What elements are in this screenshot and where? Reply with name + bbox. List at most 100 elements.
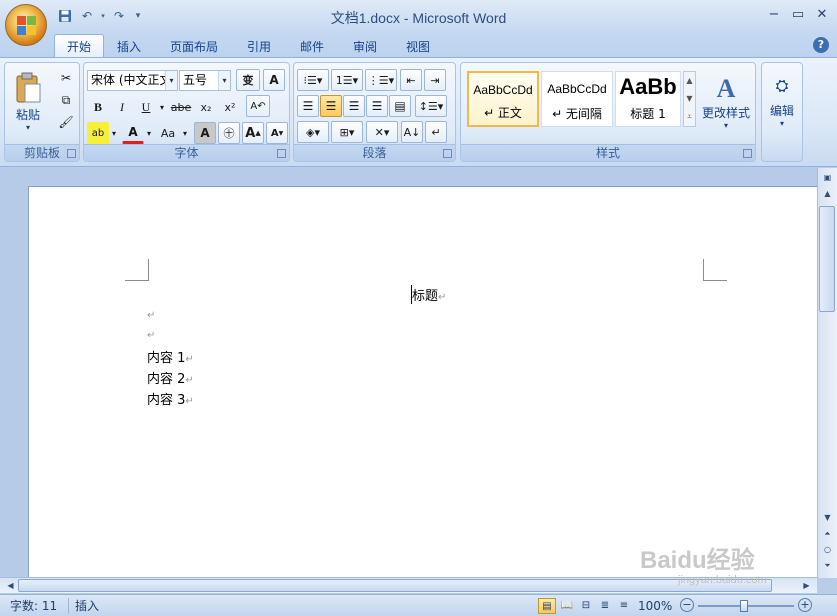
style-heading-1[interactable]: AaBb 标题 1 [615, 71, 681, 127]
document-page[interactable]: 标题↵ ↵ ↵ 内容 1↵ 内容 2↵ 内容 3↵ [28, 186, 817, 578]
zoom-level[interactable]: 100% [638, 598, 672, 614]
insert-mode[interactable]: 插入 [75, 598, 99, 614]
tab-insert[interactable]: 插入 [105, 34, 153, 58]
zoom-in-icon[interactable]: + [798, 598, 812, 612]
print-layout-icon[interactable]: ▤ [538, 598, 556, 614]
chevron-down-icon[interactable]: ▾ [165, 71, 177, 90]
asian-layout-icon[interactable]: ✕▾ [366, 121, 398, 143]
italic-button[interactable]: I [111, 96, 133, 118]
vertical-scroll-thumb[interactable] [819, 206, 835, 312]
scroll-right-icon[interactable]: ▶ [798, 578, 815, 594]
shrink-font-button[interactable]: A ▼ [266, 122, 288, 144]
outline-icon[interactable]: ≣ [596, 598, 614, 614]
underline-dropdown-icon[interactable]: ▾ [157, 96, 167, 118]
vertical-scrollbar[interactable]: ▣ ▲ ▼ ⏶ ○ ⏷ [817, 168, 837, 578]
change-case-dropdown-icon[interactable]: ▾ [180, 122, 190, 144]
align-right-icon[interactable]: ☰ [343, 95, 365, 117]
scroll-up-icon[interactable]: ▲ [819, 186, 836, 202]
borders-icon[interactable]: ⊞▾ [331, 121, 363, 143]
cut-icon[interactable]: ✂ [55, 67, 77, 89]
document-line[interactable]: 内容 2↵ [147, 368, 194, 387]
tab-view[interactable]: 视图 [394, 34, 442, 58]
font-color-icon[interactable]: A [122, 122, 144, 144]
web-layout-icon[interactable]: ⊟ [577, 598, 595, 614]
highlight-icon[interactable]: ab [87, 122, 109, 144]
customize-qat-icon[interactable]: ▾ [131, 7, 145, 25]
document-line[interactable]: ↵ [147, 327, 155, 342]
editing-button[interactable]: ⛭ 编辑 ▾ [764, 67, 800, 137]
sort-icon[interactable]: A↓ [401, 121, 423, 143]
change-case-button[interactable]: Aa [156, 122, 180, 144]
enclose-chars-icon[interactable]: ㊉ [218, 122, 240, 144]
next-page-icon[interactable]: ⏷ [819, 558, 836, 574]
scroll-down-icon[interactable]: ▼ [819, 510, 836, 526]
style-no-spacing[interactable]: AaBbCcDd ↵ 无间隔 [541, 71, 613, 127]
font-color-dropdown-icon[interactable]: ▾ [144, 122, 154, 144]
document-line[interactable]: 内容 3↵ [147, 389, 194, 408]
align-left-icon[interactable]: ☰ [297, 95, 319, 117]
clipboard-launcher-icon[interactable] [67, 149, 76, 158]
word-count[interactable]: 字数: 11 [10, 598, 57, 614]
chevron-down-icon[interactable]: ▾ [218, 71, 230, 90]
grow-font-button[interactable]: A ▲ [242, 122, 264, 144]
redo-icon[interactable]: ↷ [109, 7, 129, 25]
paste-button[interactable]: 粘贴 ▾ [9, 67, 47, 137]
numbering-icon[interactable]: 1☰▾ [331, 69, 363, 91]
line-spacing-icon[interactable]: ↕☰▾ [415, 95, 447, 117]
font-size-combo[interactable]: 五号 ▾ [179, 70, 231, 91]
office-button[interactable] [5, 4, 47, 46]
char-border-button[interactable]: A [263, 69, 285, 91]
full-screen-reading-icon[interactable]: 📖 [558, 598, 576, 614]
font-name-combo[interactable]: 宋体 (中文正文 ▾ [87, 70, 178, 91]
copy-icon[interactable]: ⧉ [55, 89, 77, 111]
style-normal[interactable]: AaBbCcDd ↵ 正文 [467, 71, 539, 127]
decrease-indent-icon[interactable]: ⇤ [400, 69, 422, 91]
phonetic-guide-button[interactable]: 变 [236, 69, 260, 91]
zoom-out-icon[interactable]: − [680, 598, 694, 612]
scroll-down-icon[interactable]: ▼ [684, 90, 695, 108]
char-shading-icon[interactable]: A [194, 122, 216, 144]
maximize-button[interactable]: ▭ [789, 6, 807, 22]
justify-icon[interactable]: ☰ [366, 95, 388, 117]
close-button[interactable]: ✕ [813, 6, 831, 22]
bold-button[interactable]: B [87, 96, 109, 118]
superscript-button[interactable]: x² [219, 96, 241, 118]
document-line[interactable]: 内容 1↵ [147, 347, 194, 366]
shading-icon[interactable]: ◈▾ [297, 121, 329, 143]
undo-icon[interactable]: ↶ [77, 7, 97, 25]
highlight-dropdown-icon[interactable]: ▾ [109, 122, 119, 144]
draft-icon[interactable]: ≡ [615, 598, 633, 614]
minimize-button[interactable]: − [765, 6, 783, 22]
tab-home[interactable]: 开始 [54, 34, 105, 58]
tab-references[interactable]: 引用 [235, 34, 283, 58]
styles-scroll[interactable]: ▲ ▼ ⩡ [683, 71, 696, 127]
scroll-up-icon[interactable]: ▲ [684, 72, 695, 90]
undo-dropdown-icon[interactable]: ▾ [99, 7, 107, 25]
document-line[interactable]: ↵ [147, 307, 155, 322]
select-browse-object-icon[interactable]: ○ [819, 542, 836, 558]
tab-mailings[interactable]: 邮件 [288, 34, 336, 58]
clear-formatting-icon[interactable]: A↶ [246, 95, 270, 117]
multilevel-list-icon[interactable]: ⋮☰▾ [365, 69, 397, 91]
format-painter-icon[interactable]: 🖌 [55, 111, 77, 133]
zoom-slider-thumb[interactable] [740, 600, 748, 612]
distributed-icon[interactable]: ▤ [389, 95, 411, 117]
strikethrough-button[interactable]: abe [169, 96, 193, 118]
ruler-toggle-icon[interactable]: ▣ [819, 170, 836, 186]
bullets-icon[interactable]: ⁝☰▾ [297, 69, 329, 91]
save-icon[interactable] [55, 7, 75, 25]
change-styles-button[interactable]: A 更改样式 ▾ [699, 67, 753, 137]
tab-page-layout[interactable]: 页面布局 [158, 34, 230, 58]
horizontal-scroll-thumb[interactable] [18, 579, 772, 592]
increase-indent-icon[interactable]: ⇥ [424, 69, 446, 91]
paragraph-launcher-icon[interactable] [443, 149, 452, 158]
align-center-icon[interactable]: ☰ [320, 95, 342, 117]
previous-page-icon[interactable]: ⏶ [819, 526, 836, 542]
underline-button[interactable]: U [135, 96, 157, 118]
document-title-line[interactable]: 标题↵ [411, 285, 446, 304]
scroll-left-icon[interactable]: ◀ [2, 578, 19, 594]
styles-launcher-icon[interactable] [743, 149, 752, 158]
font-launcher-icon[interactable] [277, 149, 286, 158]
show-marks-icon[interactable]: ↵ [425, 121, 447, 143]
help-icon[interactable]: ? [813, 37, 829, 53]
